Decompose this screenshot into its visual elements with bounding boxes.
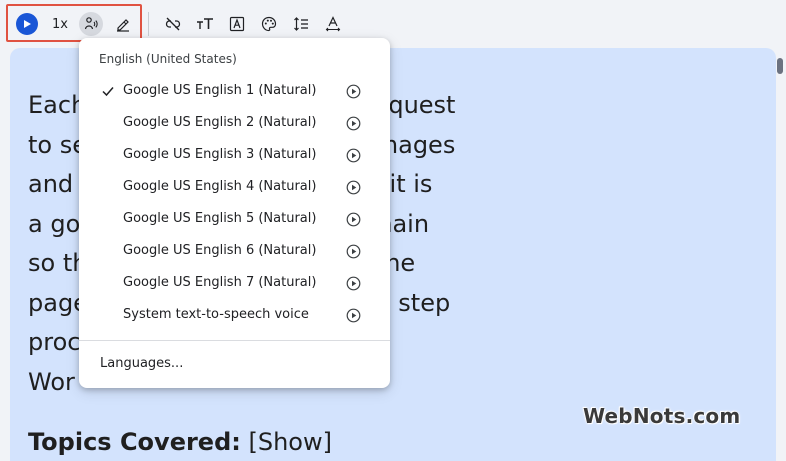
letter-spacing-icon (325, 16, 341, 32)
toolbar-separator (148, 12, 149, 36)
palette-icon (261, 16, 277, 32)
menu-language-header: English (United States) (99, 52, 237, 66)
languages-menu-item[interactable]: Languages... (100, 356, 183, 371)
voice-menu: English (United States) Google US Englis… (79, 38, 390, 388)
play-preview-icon[interactable] (346, 308, 361, 323)
voice-option-label: Google US English 1 (Natural) (123, 83, 317, 98)
reading-mode-window: 1x Each request to se images and it is a… (0, 0, 786, 461)
play-icon (24, 20, 31, 28)
highlight-text-button[interactable] (111, 12, 135, 36)
voice-button[interactable] (79, 12, 103, 36)
voice-option-label: System text-to-speech voice (123, 307, 309, 322)
scrollbar-thumb[interactable] (777, 58, 783, 74)
play-preview-icon[interactable] (346, 84, 361, 99)
line-spacing-icon (294, 17, 308, 31)
voice-option-label: Google US English 5 (Natural) (123, 211, 317, 226)
voice-option-label: Google US English 7 (Natural) (123, 275, 317, 290)
voice-option-label: Google US English 3 (Natural) (123, 147, 317, 162)
voice-option[interactable]: Google US English 2 (Natural) (79, 108, 390, 140)
topics-covered: Topics Covered: [Show] (28, 428, 332, 456)
play-preview-icon[interactable] (346, 180, 361, 195)
link-off-icon (165, 17, 181, 31)
voice-option[interactable]: Google US English 4 (Natural) (79, 172, 390, 204)
voice-option-label: Google US English 2 (Natural) (123, 115, 317, 130)
menu-divider (79, 340, 390, 341)
voice-icon (84, 17, 98, 30)
theme-button[interactable] (257, 12, 281, 36)
check-icon (102, 87, 114, 97)
play-button[interactable] (16, 13, 38, 35)
voice-option[interactable]: System text-to-speech voice (79, 300, 390, 332)
play-preview-icon[interactable] (346, 244, 361, 259)
voice-option-label: Google US English 6 (Natural) (123, 243, 317, 258)
text-size-icon (197, 18, 213, 29)
links-toggle-button[interactable] (161, 12, 185, 36)
letter-spacing-button[interactable] (321, 12, 345, 36)
voice-option[interactable]: Google US English 6 (Natural) (79, 236, 390, 268)
voice-option-label: Google US English 4 (Natural) (123, 179, 317, 194)
scrollbar[interactable] (777, 50, 783, 461)
topics-heading: Topics Covered: (28, 428, 241, 456)
line-spacing-button[interactable] (289, 12, 313, 36)
text-size-button[interactable] (193, 12, 217, 36)
pen-icon (117, 19, 129, 32)
play-preview-icon[interactable] (346, 276, 361, 291)
play-preview-icon[interactable] (346, 148, 361, 163)
speed-button[interactable]: 1x (47, 12, 73, 36)
font-icon (229, 16, 245, 32)
voice-option[interactable]: Google US English 1 (Natural) (79, 76, 390, 108)
watermark: WebNots.com (583, 404, 741, 428)
font-button[interactable] (225, 12, 249, 36)
voice-option[interactable]: Google US English 7 (Natural) (79, 268, 390, 300)
play-preview-icon[interactable] (346, 212, 361, 227)
voice-option[interactable]: Google US English 5 (Natural) (79, 204, 390, 236)
voice-option[interactable]: Google US English 3 (Natural) (79, 140, 390, 172)
topics-toggle[interactable]: [Show] (249, 428, 332, 456)
speed-label: 1x (52, 16, 68, 32)
play-preview-icon[interactable] (346, 116, 361, 131)
